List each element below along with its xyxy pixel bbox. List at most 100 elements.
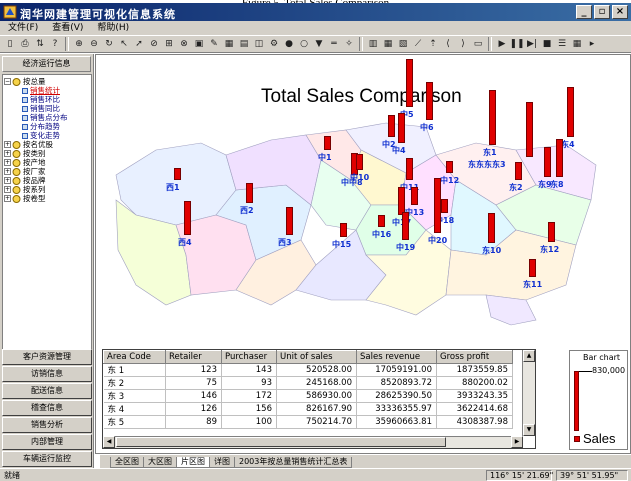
pointer-icon[interactable]: ↖ <box>117 37 131 51</box>
table-horizontal-scrollbar[interactable]: ◀ ▶ <box>103 436 523 448</box>
sales-bar[interactable] <box>286 207 293 235</box>
sales-bar[interactable] <box>556 139 563 177</box>
stop-icon[interactable]: ■ <box>540 37 554 51</box>
map-view[interactable]: Total Sales Comparison 西1 西4 西2 西3 中1 中中8 中10 中… <box>95 54 631 454</box>
sales-bar[interactable] <box>515 162 522 180</box>
sales-bar[interactable] <box>406 59 413 107</box>
table-icon[interactable]: ▤ <box>237 37 251 51</box>
sales-bar[interactable] <box>526 102 533 157</box>
nav-vehicle-monitoring[interactable]: 车辆运行监控 <box>2 451 92 467</box>
nav-visit-sales[interactable]: 访销信息 <box>2 366 92 382</box>
tree-item-sales-points[interactable]: 销售点分布 <box>4 113 90 122</box>
zoom-area-icon[interactable]: ⊞ <box>162 37 176 51</box>
chart-grid-icon[interactable]: ▦ <box>381 37 395 51</box>
sales-bar[interactable] <box>567 87 574 137</box>
close-button[interactable]: × <box>612 5 628 19</box>
nav-sales-analysis[interactable]: 销售分析 <box>2 417 92 433</box>
tree-item-change-trend[interactable]: 变化走势 <box>4 131 90 140</box>
column-header[interactable]: Area Code <box>103 350 166 364</box>
column-header[interactable]: Gross profit <box>436 350 513 364</box>
minimize-button[interactable]: _ <box>576 5 592 19</box>
sales-bar[interactable] <box>411 187 418 205</box>
tree-item-sales-yoy[interactable]: 销售同比 <box>4 104 90 113</box>
expand-icon[interactable]: + <box>4 186 11 193</box>
sales-bar[interactable] <box>488 213 495 243</box>
right-icon[interactable]: ⟩ <box>456 37 470 51</box>
tree-item-manufacturer[interactable]: + 按厂家 <box>4 167 90 176</box>
column-header[interactable]: Purchaser <box>221 350 277 364</box>
sales-bar[interactable] <box>402 212 409 240</box>
select-icon[interactable]: ➚ <box>132 37 146 51</box>
sales-bar[interactable] <box>378 215 385 227</box>
arrow-icon[interactable]: ⇡ <box>426 37 440 51</box>
edit-icon[interactable]: ✎ <box>207 37 221 51</box>
print-icon[interactable]: ⎙ <box>18 37 32 51</box>
nav-inspection[interactable]: 稽查信息 <box>2 400 92 416</box>
tree-item-sales-stats[interactable]: 销售统计 <box>4 86 90 95</box>
tree-item-category[interactable]: + 按类别 <box>4 149 90 158</box>
sales-bar[interactable] <box>174 168 181 180</box>
sales-bar[interactable] <box>398 113 405 143</box>
sales-bar[interactable] <box>184 201 191 235</box>
chart-bar-icon[interactable]: ▥ <box>366 37 380 51</box>
column-header[interactable]: Unit of sales <box>276 350 357 364</box>
expand-icon[interactable]: + <box>4 177 11 184</box>
circle-icon[interactable]: ○ <box>297 37 311 51</box>
tree-item-total[interactable]: − 按总量 <box>4 77 90 86</box>
sales-bar[interactable] <box>441 199 448 213</box>
expand-icon[interactable]: + <box>4 150 11 157</box>
refresh-icon[interactable]: ↻ <box>102 37 116 51</box>
line-icon[interactable]: ═ <box>327 37 341 51</box>
tree-item-origin[interactable]: + 按产地 <box>4 158 90 167</box>
sales-bar[interactable] <box>529 259 536 277</box>
frame-icon[interactable]: ▭ <box>471 37 485 51</box>
sales-bar[interactable] <box>356 154 363 170</box>
help-icon[interactable]: ? <box>48 37 62 51</box>
restore-button[interactable]: ▫ <box>594 5 610 19</box>
dropdown-icon[interactable]: ▼ <box>312 37 326 51</box>
sales-bar[interactable] <box>340 223 347 237</box>
sales-bar[interactable] <box>544 147 551 177</box>
table-row[interactable]: 东 3 146 172 586930.00 28625390.50 3933243.35 <box>103 389 513 403</box>
scroll-up-icon[interactable]: ▲ <box>523 350 535 362</box>
tree-item-brand[interactable]: + 按品牌 <box>4 176 90 185</box>
sales-bar[interactable] <box>324 136 331 150</box>
sales-bar[interactable] <box>489 90 496 145</box>
expand-icon[interactable]: + <box>4 195 11 202</box>
zoom-in-icon[interactable]: ⊕ <box>72 37 86 51</box>
sales-bar[interactable] <box>406 158 413 180</box>
table-row[interactable]: 东 2 75 93 245168.00 8520893.72 880200.02 <box>103 376 513 390</box>
nav-customer-resources[interactable]: 客户资源管理 <box>2 349 92 365</box>
table-row[interactable]: 东 1 123 143 520528.00 17059191.00 1873559.85 <box>103 363 513 377</box>
node-icon[interactable]: ✧ <box>342 37 356 51</box>
column-header[interactable]: Sales revenue <box>356 350 437 364</box>
sales-data-table[interactable]: Area Code Retailer Purchaser Unit of sal… <box>102 349 536 449</box>
no-select-icon[interactable]: ⊘ <box>147 37 161 51</box>
sales-bar[interactable] <box>388 115 395 137</box>
column-header[interactable]: Retailer <box>165 350 222 364</box>
nav-delivery[interactable]: 配送信息 <box>2 383 92 399</box>
tab-detail[interactable]: 详图 <box>209 457 235 468</box>
sidebar-header[interactable]: 经济运行信息 <box>2 56 91 72</box>
grid-icon[interactable]: ▦ <box>222 37 236 51</box>
tree-item-sales-mom[interactable]: 销售环比 <box>4 95 90 104</box>
sales-bar[interactable] <box>548 222 555 242</box>
table-row[interactable]: 东 4 126 156 826167.90 33336355.97 3622414.68 <box>103 402 513 416</box>
menu-view[interactable]: 查看(V) <box>52 21 83 35</box>
sort-icon[interactable]: ⇅ <box>33 37 47 51</box>
tree-item-distribution-trend[interactable]: 分布趋势 <box>4 122 90 131</box>
scroll-thumb[interactable] <box>116 437 446 447</box>
dot-icon[interactable]: ● <box>282 37 296 51</box>
expand-icon[interactable]: + <box>4 168 11 175</box>
tab-district[interactable]: 片区图 <box>176 457 210 468</box>
tab-full-map[interactable]: 全区图 <box>110 457 144 468</box>
step-icon[interactable]: ▶| <box>525 37 539 51</box>
sales-bar[interactable] <box>446 161 453 173</box>
zoom-out-icon[interactable]: ⊖ <box>87 37 101 51</box>
tab-summary-table[interactable]: 2003年按总量销售统计汇总表 <box>234 457 353 468</box>
chart-icon[interactable]: ◫ <box>252 37 266 51</box>
new-icon[interactable]: ▯ <box>3 37 17 51</box>
table-vertical-scrollbar[interactable]: ▲ ▼ <box>522 350 535 436</box>
play-icon[interactable]: ▶ <box>495 37 509 51</box>
pause-icon[interactable]: ❚❚ <box>509 37 524 51</box>
